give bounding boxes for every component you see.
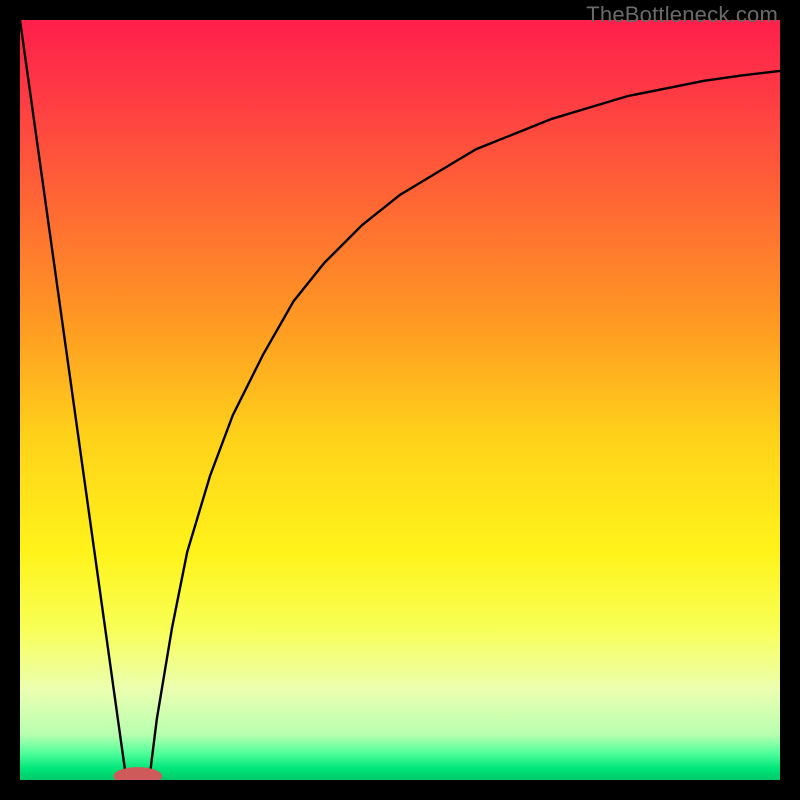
gradient-background	[20, 20, 780, 780]
chart-frame	[20, 20, 780, 780]
bottleneck-chart	[20, 20, 780, 780]
watermark-text: TheBottleneck.com	[586, 2, 778, 28]
